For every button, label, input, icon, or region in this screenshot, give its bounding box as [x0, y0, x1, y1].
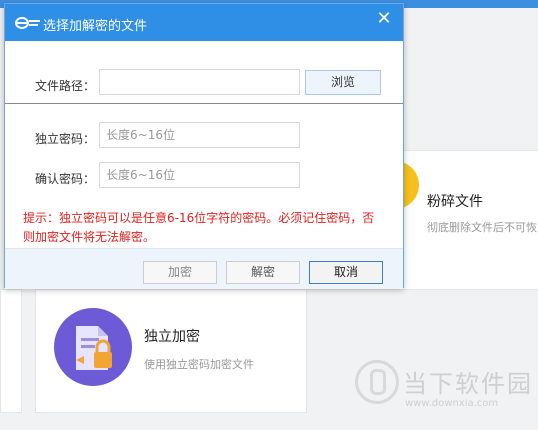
encrypt-file-icon [54, 308, 132, 386]
hint-text: 提示：独立密码可以是任意6-16位字符的密码。必须记住密码，否则加密文件将无法解… [23, 211, 375, 244]
watermark: 当下软件园 www.downxia.com [355, 360, 531, 420]
watermark-url: www.downxia.com [405, 398, 499, 409]
encrypt-desc: 使用独立密码加密文件 [144, 358, 254, 371]
watermark-logo-icon [355, 360, 399, 404]
shred-desc: 彻底删除文件后不可恢复 [427, 221, 538, 234]
encrypt-title: 独立加密 [144, 329, 200, 345]
encrypt-dialog: 选择加解密的文件 ✕ 文件路径： 浏览 独立密码： 确认密码： 提示：独立密码可… [4, 3, 404, 289]
decrypt-button[interactable]: 解密 [226, 261, 300, 284]
file-path-input[interactable] [99, 69, 300, 95]
watermark-text: 当下软件园 [403, 370, 533, 398]
close-icon[interactable]: ✕ [375, 10, 393, 28]
divider [5, 103, 403, 104]
path-label: 文件路径： [35, 79, 96, 93]
dialog-titlebar[interactable]: 选择加解密的文件 ✕ [5, 4, 403, 41]
dialog-footer: 加密 解密 取消 [5, 248, 403, 289]
confirm-password-label: 确认密码： [35, 172, 96, 186]
independent-encrypt-card[interactable]: 独立加密 使用独立密码加密文件 [35, 289, 307, 413]
browse-button[interactable]: 浏览 [305, 70, 381, 95]
shred-title: 粉碎文件 [427, 194, 483, 210]
dialog-title: 选择加解密的文件 [43, 19, 148, 34]
cancel-button[interactable]: 取消 [309, 261, 383, 284]
password-label: 独立密码： [35, 132, 96, 146]
password-input[interactable] [99, 122, 300, 148]
left-card [0, 289, 22, 413]
encrypt-button[interactable]: 加密 [143, 261, 217, 284]
app-logo-icon [15, 17, 40, 29]
confirm-password-input[interactable] [99, 162, 300, 188]
